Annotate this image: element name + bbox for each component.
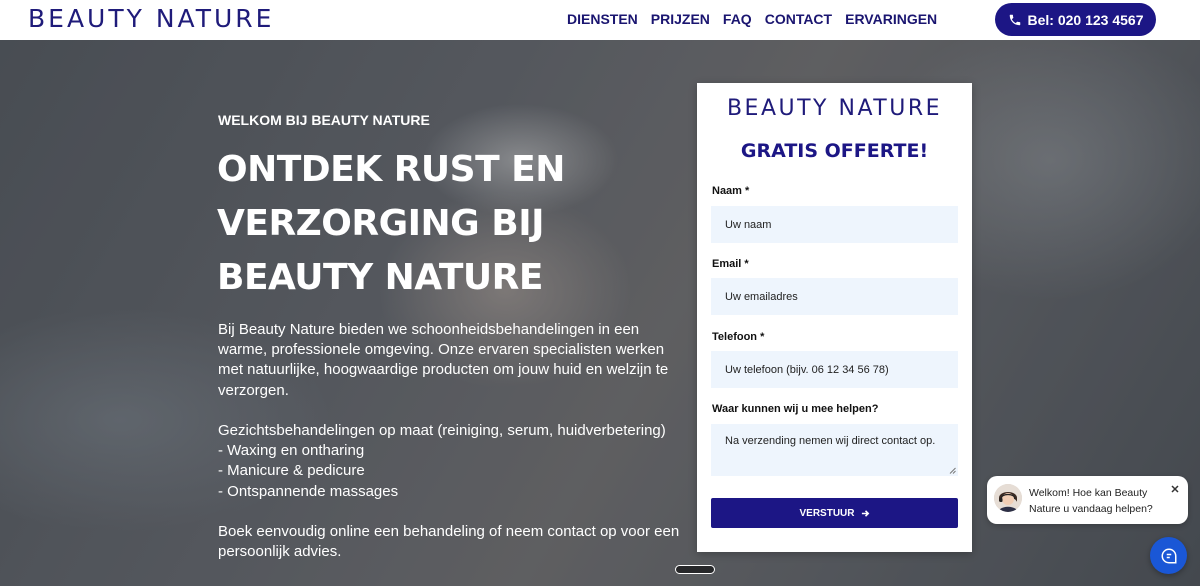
nav-link-faq[interactable]: FAQ bbox=[723, 11, 752, 27]
email-input[interactable] bbox=[711, 278, 958, 315]
hero-booking-text: Boek eenvoudig online een behandeling of… bbox=[218, 523, 680, 561]
chat-agent-avatar bbox=[994, 484, 1022, 512]
chat-icon bbox=[1160, 547, 1176, 563]
form-title: GRATIS OFFERTE! bbox=[740, 140, 929, 162]
submit-button-label: VERSTUUR bbox=[799, 507, 855, 519]
site-logo[interactable]: BEAUTY NATURE bbox=[28, 4, 274, 33]
chat-launcher-button[interactable] bbox=[1150, 537, 1187, 574]
hero-welcome: WELKOM BIJ BEAUTY NATURE bbox=[218, 112, 430, 128]
phone-input[interactable] bbox=[711, 351, 958, 388]
headline-line: BEAUTY NATURE bbox=[217, 257, 543, 298]
nav-link-ervaringen[interactable]: ERVARINGEN bbox=[845, 11, 937, 27]
phone-label: Telefoon * bbox=[712, 331, 765, 343]
service-item: - Waxing en ontharing bbox=[218, 442, 365, 460]
headline-line: VERZORGING BIJ bbox=[217, 203, 544, 244]
quote-form-card: BEAUTY NATURE GRATIS OFFERTE! Naam * Ema… bbox=[697, 83, 972, 552]
site-header: BEAUTY NATURE DIENSTEN PRIJZEN FAQ CONTA… bbox=[0, 0, 1200, 40]
scroll-indicator[interactable] bbox=[675, 565, 715, 574]
nav-link-contact[interactable]: CONTACT bbox=[765, 11, 832, 27]
submit-button[interactable]: VERSTUUR bbox=[711, 498, 958, 528]
service-item: - Ontspannende massages bbox=[218, 482, 399, 500]
service-item: - Manicure & pedicure bbox=[218, 462, 365, 480]
phone-icon bbox=[1008, 13, 1022, 27]
close-icon[interactable] bbox=[1170, 484, 1180, 494]
name-input[interactable] bbox=[711, 206, 958, 243]
name-label: Naam * bbox=[712, 185, 750, 197]
services-list: Gezichtsbehandelingen op maat (reiniging… bbox=[218, 421, 688, 502]
arrow-right-icon bbox=[861, 509, 869, 517]
headline-line: ONTDEK RUST EN bbox=[217, 149, 565, 190]
call-button-label: Bel: 020 123 4567 bbox=[1027, 11, 1144, 28]
resize-grip-icon[interactable] bbox=[949, 467, 956, 474]
service-item: Gezichtsbehandelingen op maat (reiniging… bbox=[218, 422, 666, 439]
call-button[interactable]: Bel: 020 123 4567 bbox=[995, 3, 1156, 36]
hero-headline: ONTDEK RUST EN VERZORGING BIJ BEAUTY NAT… bbox=[217, 143, 637, 305]
message-label: Waar kunnen wij u mee helpen? bbox=[712, 403, 879, 415]
main-nav: DIENSTEN PRIJZEN FAQ CONTACT ERVARINGEN bbox=[567, 11, 937, 27]
hero-intro: Bij Beauty Nature bieden we schoonheidsb… bbox=[218, 321, 669, 399]
chat-greeting-bubble[interactable]: Welkom! Hoe kan Beauty Nature u vandaag … bbox=[987, 476, 1188, 524]
email-label: Email * bbox=[712, 258, 749, 270]
nav-link-prijzen[interactable]: PRIJZEN bbox=[651, 11, 710, 27]
chat-greeting-text: Welkom! Hoe kan Beauty Nature u vandaag … bbox=[1029, 487, 1153, 515]
message-textarea[interactable] bbox=[711, 424, 958, 476]
form-logo: BEAUTY NATURE bbox=[726, 96, 943, 121]
nav-link-diensten[interactable]: DIENSTEN bbox=[567, 11, 638, 27]
